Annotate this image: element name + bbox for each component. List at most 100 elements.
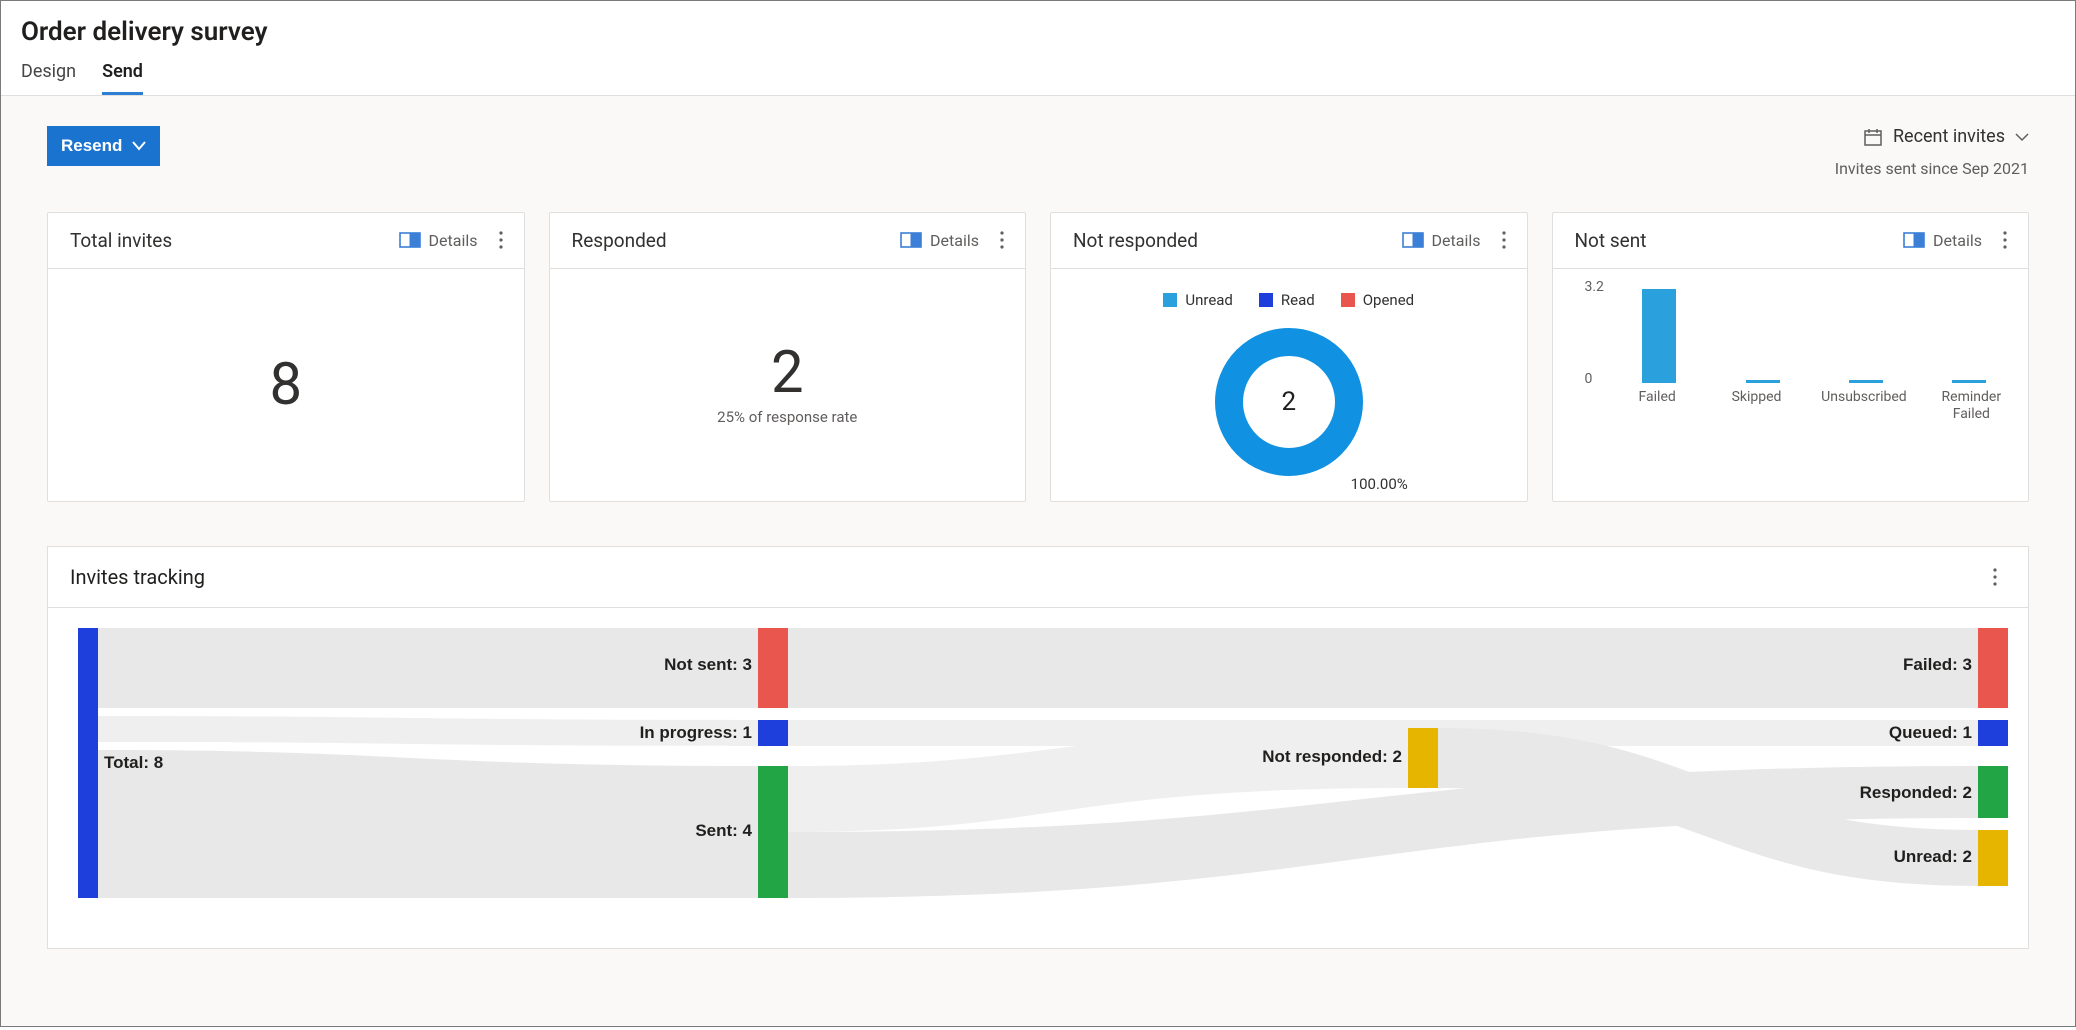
details-link[interactable]: Details <box>1903 231 1982 250</box>
swatch-icon <box>1341 293 1355 307</box>
card-responded: Responded Details 2 25% of response rate <box>549 212 1027 502</box>
y-axis-top: 3.2 <box>1585 279 1604 295</box>
details-link[interactable]: Details <box>399 231 478 250</box>
not-sent-bar-chart: 3.2 0 Failed Skipped Unsubscribed Remind… <box>1553 269 2029 428</box>
calendar-icon <box>1863 127 1883 147</box>
page-title: Order delivery survey <box>21 11 2055 53</box>
card-title: Not sent <box>1575 229 1647 252</box>
chevron-down-icon <box>2015 132 2029 142</box>
details-icon <box>399 232 421 248</box>
sankey-label-not-sent: Not sent: 3 <box>664 655 752 674</box>
summary-cards-row: Total invites Details 8 <box>47 212 2029 502</box>
card-header: Not sent Details <box>1553 213 2029 269</box>
card-body: 3.2 0 Failed Skipped Unsubscribed Remind… <box>1553 269 2029 501</box>
details-icon <box>900 232 922 248</box>
card-body: Unread Read Opened 2 100.00% <box>1051 269 1527 501</box>
sankey-label-failed: Failed: 3 <box>1903 655 1972 674</box>
recent-invites-dropdown[interactable]: Recent invites <box>1863 126 2029 147</box>
card-not-responded: Not responded Details Unread <box>1050 212 1528 502</box>
total-invites-value: 8 <box>269 356 302 414</box>
bar-row: 3.2 0 <box>1575 283 2007 383</box>
bar-label: Unsubscribed <box>1821 389 1907 424</box>
content-canvas: Resend Recent invites Invites sent since… <box>1 96 2075 1026</box>
details-icon <box>1402 232 1424 248</box>
page-header: Order delivery survey Design Send <box>1 1 2075 95</box>
more-vertical-icon <box>2003 231 2007 249</box>
donut-legend: Unread Read Opened <box>1163 291 1414 309</box>
donut-slice-label: 100.00% <box>1351 475 1408 493</box>
card-title: Invites tracking <box>70 565 205 589</box>
sankey-label-responded: Responded: 2 <box>1860 783 1972 802</box>
bar-labels: Failed Skipped Unsubscribed Reminder Fai… <box>1575 389 2007 424</box>
card-title: Not responded <box>1073 229 1198 252</box>
tab-send[interactable]: Send <box>102 61 143 95</box>
more-vertical-icon <box>1502 231 1506 249</box>
details-label: Details <box>1933 231 1982 250</box>
resend-button-label: Resend <box>61 136 122 156</box>
sankey-label-queued: Queued: 1 <box>1889 723 1972 742</box>
y-axis-bottom: 0 <box>1585 371 1593 387</box>
swatch-icon <box>1259 293 1273 307</box>
bar-label: Skipped <box>1722 389 1791 424</box>
card-header: Responded Details <box>550 213 1026 269</box>
bar-reminder-failed <box>1933 283 2006 383</box>
donut-chart: 2 100.00% <box>1204 317 1374 487</box>
sankey-label-sent: Sent: 4 <box>695 821 752 840</box>
card-not-sent: Not sent Details 3.2 <box>1552 212 2030 502</box>
bar-unsubscribed <box>1829 283 1902 383</box>
card-title: Total invites <box>70 229 172 252</box>
legend-label: Unread <box>1185 291 1233 309</box>
details-label: Details <box>930 231 979 250</box>
responded-rate: 25% of response rate <box>717 408 857 426</box>
donut-center-value: 2 <box>1204 317 1374 487</box>
card-body: 8 <box>48 269 524 501</box>
legend-read: Read <box>1259 291 1315 309</box>
more-vertical-icon <box>1000 231 1004 249</box>
resend-button[interactable]: Resend <box>47 126 160 166</box>
details-link[interactable]: Details <box>1402 231 1481 250</box>
more-menu-button[interactable] <box>991 229 1013 251</box>
sankey-label-total: Total: 8 <box>104 753 163 772</box>
bar-label: Failed <box>1623 389 1692 424</box>
more-vertical-icon <box>499 231 503 249</box>
legend-label: Opened <box>1363 291 1414 309</box>
card-header: Total invites Details <box>48 213 524 269</box>
more-menu-button[interactable] <box>1994 229 2016 251</box>
card-body: 2 25% of response rate <box>550 269 1026 501</box>
legend-label: Read <box>1281 291 1315 309</box>
card-actions: Details <box>1903 229 2016 251</box>
responded-value: 2 <box>771 344 804 402</box>
bar-label: Reminder Failed <box>1937 389 2006 424</box>
sankey-label-in-progress: In progress: 1 <box>640 723 752 742</box>
sankey-label-unread: Unread: 2 <box>1894 847 1972 866</box>
more-menu-button[interactable] <box>1984 566 2006 588</box>
legend-opened: Opened <box>1341 291 1414 309</box>
tab-bar: Design Send <box>21 53 2055 95</box>
toolbar: Resend Recent invites Invites sent since… <box>47 126 2029 178</box>
card-actions: Details <box>900 229 1013 251</box>
details-link[interactable]: Details <box>900 231 979 250</box>
more-menu-button[interactable] <box>490 229 512 251</box>
invites-since-text: Invites sent since Sep 2021 <box>1835 159 2029 178</box>
card-actions: Details <box>1402 229 1515 251</box>
app-frame: Order delivery survey Design Send Resend <box>0 0 2076 1027</box>
card-title: Responded <box>572 229 667 252</box>
card-header: Not responded Details <box>1051 213 1527 269</box>
details-icon <box>1903 232 1925 248</box>
more-menu-button[interactable] <box>1493 229 1515 251</box>
card-header: Invites tracking <box>48 547 2028 608</box>
card-invites-tracking: Invites tracking <box>47 546 2029 949</box>
details-label: Details <box>1432 231 1481 250</box>
legend-unread: Unread <box>1163 291 1233 309</box>
toolbar-right: Recent invites Invites sent since Sep 20… <box>1835 126 2029 178</box>
sankey-label-not-responded: Not responded: 2 <box>1262 747 1402 766</box>
bar-skipped <box>1726 283 1799 383</box>
recent-invites-label: Recent invites <box>1893 126 2005 147</box>
card-total-invites: Total invites Details 8 <box>47 212 525 502</box>
details-label: Details <box>429 231 478 250</box>
more-vertical-icon <box>1993 568 1997 586</box>
tab-design[interactable]: Design <box>21 61 76 95</box>
card-actions: Details <box>399 229 512 251</box>
chevron-down-icon <box>132 141 146 151</box>
bar-failed <box>1623 283 1696 383</box>
